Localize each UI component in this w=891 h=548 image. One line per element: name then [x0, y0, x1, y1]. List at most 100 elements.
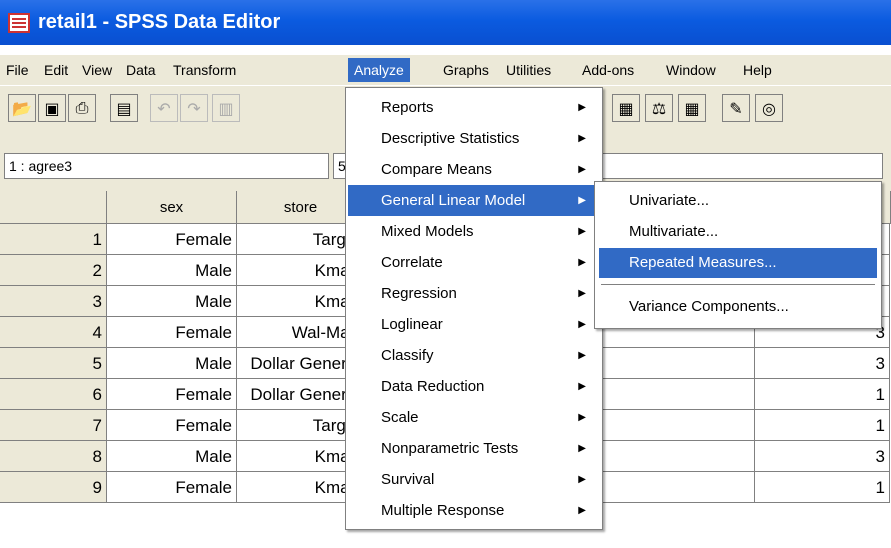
submenu-arrow-icon: ▶ [578, 133, 586, 144]
corner-header[interactable] [0, 191, 107, 224]
submenu-arrow-icon: ▶ [578, 505, 586, 516]
menu-item-scale[interactable]: Scale ▶ [348, 402, 600, 433]
menu-item-univariate[interactable]: Univariate... [599, 186, 877, 216]
row-number[interactable]: 6 [0, 379, 107, 410]
goto-chart-icon[interactable]: ▥ [212, 94, 240, 122]
menu-utilities[interactable]: Utilities [500, 58, 557, 82]
menu-item-reports[interactable]: Reports ▶ [348, 92, 600, 123]
menu-item-multivariate[interactable]: Multivariate... [599, 217, 877, 247]
submenu-arrow-icon: ▶ [578, 319, 586, 330]
menu-item-label: Scale [381, 409, 419, 426]
menu-item-classify[interactable]: Classify ▶ [348, 340, 600, 371]
general-linear-model-submenu: Univariate... Multivariate... Repeated M… [594, 181, 882, 329]
value-labels-icon[interactable]: ✎ [722, 94, 750, 122]
submenu-arrow-icon: ▶ [578, 474, 586, 485]
print-icon[interactable]: ⎙ [68, 94, 96, 122]
menu-item-regression[interactable]: Regression ▶ [348, 278, 600, 309]
cell-sex[interactable]: Female [107, 379, 237, 410]
menu-item-multiple-response[interactable]: Multiple Response ▶ [348, 495, 600, 526]
menu-item-label: Regression [381, 285, 457, 302]
menu-transform[interactable]: Transform [167, 58, 242, 82]
cell-c6[interactable]: 1 [755, 379, 890, 410]
cell-sex[interactable]: Male [107, 441, 237, 472]
cell-sex[interactable]: Female [107, 410, 237, 441]
cell-c6[interactable]: 3 [755, 348, 890, 379]
row-number[interactable]: 1 [0, 224, 107, 255]
cell-sex[interactable]: Female [107, 224, 237, 255]
column-header-sex[interactable]: sex [107, 191, 237, 224]
menu-item-general-linear-model[interactable]: General Linear Model ▶ [348, 185, 600, 216]
undo-icon[interactable]: ↶ [150, 94, 178, 122]
cell-sex[interactable]: Male [107, 255, 237, 286]
menu-item-label: Classify [381, 347, 434, 364]
submenu-arrow-icon: ▶ [578, 164, 586, 175]
cell-reference: 1 : agree3 [4, 153, 329, 179]
menu-item-nonparametric-tests[interactable]: Nonparametric Tests ▶ [348, 433, 600, 464]
menu-edit[interactable]: Edit [38, 58, 74, 82]
title-bar: retail1 - SPSS Data Editor [0, 0, 891, 45]
menu-graphs[interactable]: Graphs [437, 58, 495, 82]
menu-item-label: Data Reduction [381, 378, 485, 395]
row-number[interactable]: 7 [0, 410, 107, 441]
submenu-arrow-icon: ▶ [578, 226, 586, 237]
menu-item-correlate[interactable]: Correlate ▶ [348, 247, 600, 278]
row-number[interactable]: 3 [0, 286, 107, 317]
dialog-recall-icon[interactable]: ▤ [110, 94, 138, 122]
row-number[interactable]: 9 [0, 472, 107, 503]
menu-item-label: Loglinear [381, 316, 443, 333]
menu-item-label: Correlate [381, 254, 443, 271]
submenu-arrow-icon: ▶ [578, 102, 586, 113]
row-number[interactable]: 4 [0, 317, 107, 348]
row-number[interactable]: 8 [0, 441, 107, 472]
menu-item-mixed-models[interactable]: Mixed Models ▶ [348, 216, 600, 247]
use-sets-icon[interactable]: ◎ [755, 94, 783, 122]
submenu-arrow-icon: ▶ [578, 257, 586, 268]
menu-item-label: General Linear Model [381, 192, 526, 209]
save-icon[interactable]: ▣ [38, 94, 66, 122]
redo-icon[interactable]: ↷ [180, 94, 208, 122]
cell-c6[interactable]: 1 [755, 472, 890, 503]
cell-sex[interactable]: Male [107, 348, 237, 379]
menu-item-survival[interactable]: Survival ▶ [348, 464, 600, 495]
cell-c6[interactable]: 3 [755, 441, 890, 472]
menu-analyze[interactable]: Analyze [348, 58, 410, 82]
menu-data[interactable]: Data [120, 58, 162, 82]
menu-addons[interactable]: Add-ons [576, 58, 640, 82]
submenu-arrow-icon: ▶ [578, 381, 586, 392]
menu-separator [601, 284, 875, 286]
cell-sex[interactable]: Female [107, 317, 237, 348]
row-number[interactable]: 2 [0, 255, 107, 286]
menu-item-loglinear[interactable]: Loglinear ▶ [348, 309, 600, 340]
menu-item-label: Survival [381, 471, 435, 488]
insert-variable-icon[interactable]: ▦ [612, 94, 640, 122]
analyze-dropdown-menu: Reports ▶ Descriptive Statistics ▶ Compare… [345, 87, 603, 530]
cell-c6[interactable]: 1 [755, 410, 890, 441]
menu-item-descriptive-statistics[interactable]: Descriptive Statistics ▶ [348, 123, 600, 154]
split-file-icon[interactable]: ⚖ [645, 94, 673, 122]
row-number[interactable]: 5 [0, 348, 107, 379]
submenu-arrow-icon: ▶ [578, 443, 586, 454]
menu-item-data-reduction[interactable]: Data Reduction ▶ [348, 371, 600, 402]
menu-item-label: Multiple Response [381, 502, 505, 519]
cell-sex[interactable]: Male [107, 286, 237, 317]
menu-item-label: Reports [381, 99, 434, 116]
open-folder-icon[interactable]: 📂 [8, 94, 36, 122]
weight-cases-icon[interactable]: ▦ [678, 94, 706, 122]
cell-sex[interactable]: Female [107, 472, 237, 503]
menu-item-label: Compare Means [381, 161, 492, 178]
menu-view[interactable]: View [76, 58, 118, 82]
menu-item-compare-means[interactable]: Compare Means ▶ [348, 154, 600, 185]
menu-help[interactable]: Help [737, 58, 778, 82]
menu-item-repeated-measures[interactable]: Repeated Measures... [599, 248, 877, 278]
menu-item-label: Descriptive Statistics [381, 130, 520, 147]
menu-file[interactable]: File [0, 58, 35, 82]
menu-item-label: Nonparametric Tests [381, 440, 519, 457]
submenu-arrow-icon: ▶ [578, 350, 586, 361]
submenu-arrow-icon: ▶ [578, 412, 586, 423]
submenu-arrow-icon: ▶ [578, 195, 586, 206]
menu-item-variance-components[interactable]: Variance Components... [599, 292, 877, 322]
window-title: retail1 - SPSS Data Editor [38, 11, 281, 33]
menu-window[interactable]: Window [660, 58, 722, 82]
menu-item-label: Mixed Models [381, 223, 474, 240]
spss-data-icon [8, 12, 30, 33]
